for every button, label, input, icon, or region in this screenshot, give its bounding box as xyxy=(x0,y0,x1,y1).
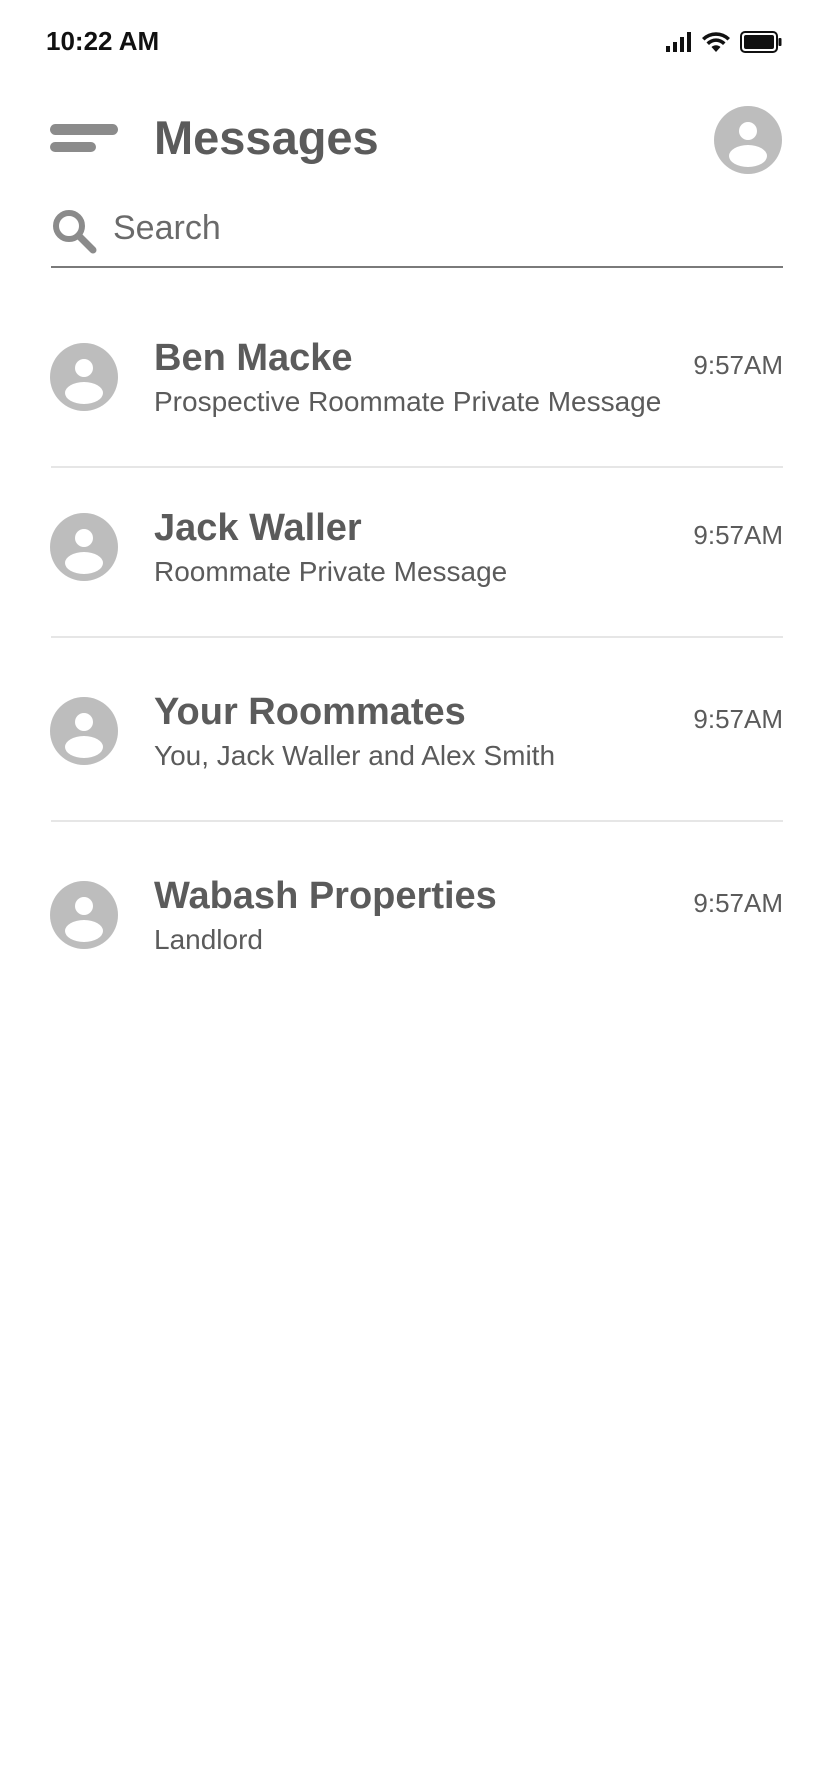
divider xyxy=(51,636,783,638)
message-preview: Landlord xyxy=(154,924,263,955)
contact-avatar-icon xyxy=(50,513,118,581)
status-bar: 10:22 AM xyxy=(0,0,828,82)
menu-button[interactable] xyxy=(50,124,118,158)
contact-avatar-icon xyxy=(50,697,118,765)
wifi-icon xyxy=(702,32,730,52)
search-bar xyxy=(51,200,783,268)
battery-icon xyxy=(740,31,782,53)
status-icons xyxy=(666,28,782,56)
search-icon xyxy=(53,210,97,254)
message-time: 9:57AM xyxy=(693,888,783,918)
message-time: 9:57AM xyxy=(693,350,783,380)
message-preview: You, Jack Waller and Alex Smith xyxy=(154,740,556,771)
contact-name: Wabash Properties xyxy=(154,875,497,917)
contact-name: Ben Macke xyxy=(154,337,353,379)
divider xyxy=(51,820,783,822)
message-time: 9:57AM xyxy=(693,520,783,550)
conversation-item[interactable]: Wabash Properties Landlord 9:57AM xyxy=(50,875,783,978)
app-header: Messages xyxy=(0,100,828,180)
contact-avatar-icon xyxy=(50,881,118,949)
page-title: Messages xyxy=(154,111,379,164)
divider xyxy=(51,466,783,468)
message-time: 9:57AM xyxy=(693,704,783,734)
profile-avatar-icon xyxy=(714,106,782,174)
conversation-item[interactable]: Your Roommates You, Jack Waller and Alex… xyxy=(50,691,783,794)
status-time: 10:22 AM xyxy=(46,26,160,56)
message-preview: Roommate Private Message xyxy=(154,556,508,587)
message-preview: Prospective Roommate Private Message xyxy=(154,386,662,417)
search-input[interactable] xyxy=(113,206,763,250)
contact-name: Jack Waller xyxy=(154,507,362,549)
profile-button[interactable] xyxy=(714,106,782,174)
conversation-item[interactable]: Ben Macke Prospective Roommate Private M… xyxy=(50,337,783,440)
contact-name: Your Roommates xyxy=(154,691,466,733)
cellular-signal-icon xyxy=(666,32,691,52)
conversation-item[interactable]: Jack Waller Roommate Private Message 9:5… xyxy=(50,507,783,610)
contact-avatar-icon xyxy=(50,343,118,411)
